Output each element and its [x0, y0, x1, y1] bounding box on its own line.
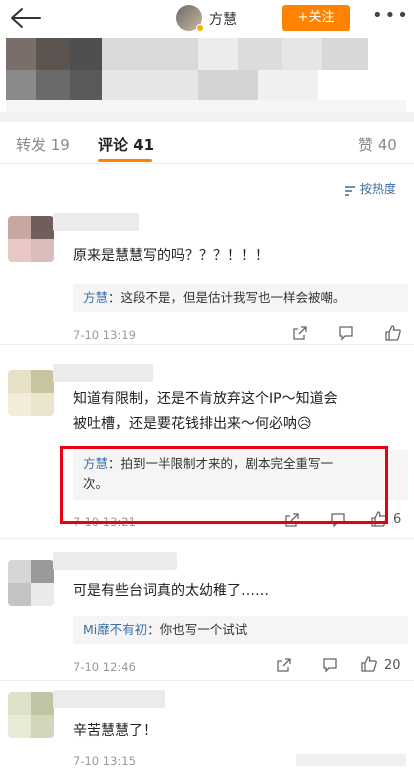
reply-author-name[interactable]: Mi靡不有初 — [83, 622, 147, 637]
like-count: 20 — [384, 658, 401, 673]
back-arrow-icon[interactable] — [8, 6, 44, 30]
comment-icon[interactable] — [338, 325, 354, 341]
sort-icon[interactable] — [344, 182, 356, 196]
like-icon[interactable] — [384, 324, 401, 341]
comment-text-line-1: 知道有限制，还是不肯放弃这个IP～知道会 — [73, 391, 338, 407]
top-bar — [0, 0, 414, 36]
reply-text: 这段不是，但是估计我写也一样会被嘲。 — [120, 290, 346, 305]
highlight-annotation-box — [60, 446, 388, 524]
tabs-divider — [0, 163, 414, 164]
share-icon[interactable] — [276, 657, 292, 673]
share-icon[interactable] — [292, 325, 308, 341]
comment-time: 7-10 13:19 — [73, 328, 136, 342]
blurred-post-image — [0, 36, 414, 116]
comment-avatar[interactable] — [8, 692, 54, 738]
comment-avatar[interactable] — [8, 216, 54, 262]
author-reply[interactable]: Mi靡不有初：你也写一个试试 — [73, 616, 408, 644]
comment-avatar[interactable] — [8, 370, 54, 416]
comment-avatar[interactable] — [8, 560, 54, 606]
watermark — [296, 754, 406, 766]
sort-by-hot-button[interactable]: 按热度 — [360, 180, 396, 197]
reply-author-name[interactable]: 方慧 — [83, 290, 108, 305]
blurred-username — [53, 364, 153, 382]
author-name[interactable]: 方慧 — [209, 9, 237, 29]
verified-badge-icon — [196, 24, 204, 32]
comment-separator — [0, 538, 414, 539]
active-tab-indicator — [98, 159, 152, 162]
comment-text-line-2: 被吐槽，还是要花钱排出来～何必呐😥 — [73, 416, 312, 432]
more-options-icon[interactable]: ••• — [372, 7, 408, 28]
follow-button[interactable]: +关注 — [282, 5, 350, 31]
comment-text: 原来是慧慧写的吗？？？！！！ — [73, 248, 269, 264]
section-divider — [0, 112, 414, 122]
like-count: 6 — [393, 512, 402, 527]
tab-comments[interactable]: 评论 41 — [98, 134, 154, 155]
author-reply[interactable]: 方慧：这段不是，但是估计我写也一样会被嘲。 — [73, 284, 408, 312]
tab-reposts[interactable]: 转发 19 — [16, 134, 70, 155]
like-icon[interactable] — [360, 655, 377, 672]
comment-separator — [0, 680, 414, 681]
tab-likes[interactable]: 赞 40 — [358, 134, 397, 155]
comment-separator — [0, 344, 414, 345]
blurred-username — [53, 690, 165, 708]
comment-text: 可是有些台词真的太幼稚了…… — [73, 583, 269, 599]
blurred-username — [53, 213, 139, 231]
comment-text: 辛苦慧慧了！ — [73, 723, 157, 739]
blurred-username — [53, 552, 177, 570]
comment-time: 7-10 12:46 — [73, 660, 136, 674]
comment-time: 7-10 13:15 — [73, 754, 136, 768]
comment-icon[interactable] — [322, 657, 338, 673]
reply-text: 你也写一个试试 — [159, 622, 248, 637]
